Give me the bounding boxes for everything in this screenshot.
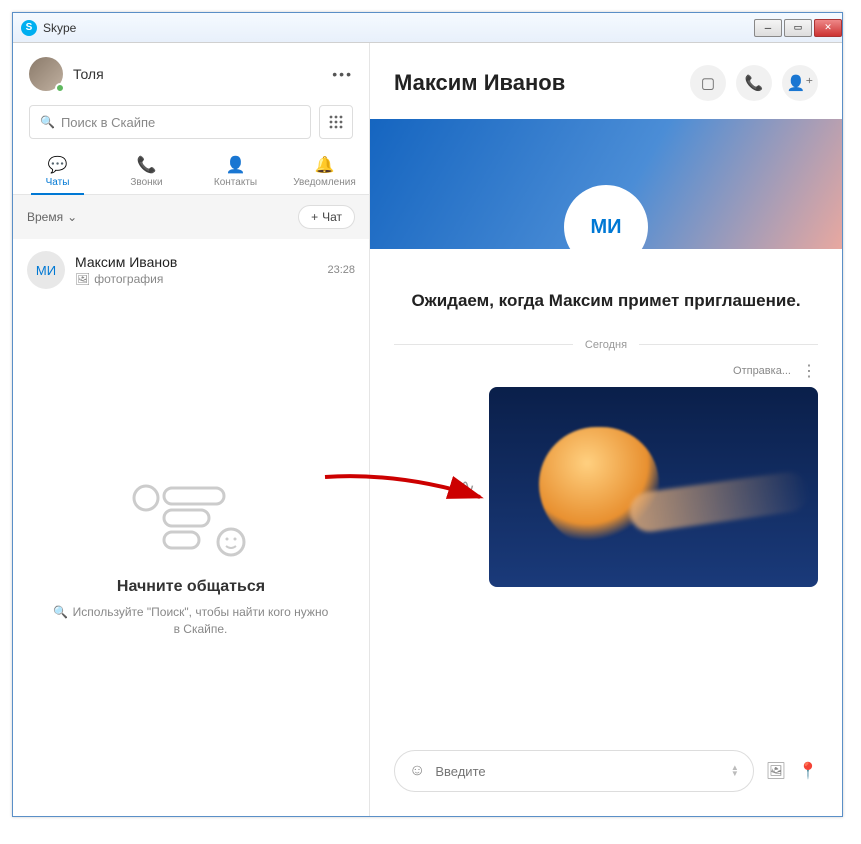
search-input[interactable]: 🔍 Поиск в Скайпе [29,105,311,139]
empty-state-subtitle: 🔍 Используйте "Поиск", чтобы найти кого … [53,604,329,638]
tab-chats[interactable]: 💬 Чаты [13,147,102,194]
maximize-button[interactable]: ▭ [784,19,812,37]
contact-avatar: МИ [27,251,65,289]
search-icon: 🔍 [40,115,55,129]
location-button[interactable]: 📍 [798,761,818,781]
skype-logo-icon: S [21,20,37,36]
message-more-button[interactable]: ⋮ [801,361,818,381]
message-bubble: ∿ [460,387,818,587]
add-person-icon: 👤⁺ [787,74,814,92]
current-user-name: Толя [73,66,332,82]
dialpad-button[interactable] [319,105,353,139]
empty-state-title: Начните общаться [117,578,265,596]
image-icon: 🖼 [75,272,90,286]
sort-dropdown[interactable]: Время ⌄ [27,210,77,224]
empty-state: Начните общаться 🔍 Используйте "Поиск", … [13,301,369,816]
avatar [29,57,63,91]
current-user[interactable]: Толя ••• [13,43,369,105]
message-composer: ☺ ▲▼ 🖼 📍 [394,750,818,792]
minimize-button[interactable]: ─ [754,19,782,37]
expand-toggle[interactable]: ▲▼ [731,765,739,777]
tab-calls[interactable]: 📞 Звонки [102,147,191,194]
contact-name: Максим Иванов [75,254,327,270]
chat-contact-name: Максим Иванов [394,70,690,96]
filter-bar: Время ⌄ + Чат [13,195,369,239]
message-status: Отправка... [733,365,791,377]
more-menu-button[interactable]: ••• [332,66,353,82]
video-icon: ▢ [701,74,715,92]
app-window: S Skype ─ ▭ ✕ Толя ••• 🔍 Поиск в Скайпе [12,12,843,817]
titlebar: S Skype ─ ▭ ✕ [13,13,842,43]
chevron-down-icon: ⌄ [67,210,77,224]
message-preview: 🖼 фотография [75,272,327,286]
contact-avatar-large: МИ [564,185,648,269]
contacts-icon: 👤 [226,155,246,175]
new-chat-button[interactable]: + Чат [298,205,355,229]
dialpad-icon [329,115,343,129]
close-button[interactable]: ✕ [814,19,842,37]
plus-icon: + [311,210,318,224]
tab-contacts[interactable]: 👤 Контакты [191,147,280,194]
presence-online-icon [55,83,65,93]
phone-icon: 📞 [137,155,157,175]
chat-header: Максим Иванов ▢ 📞 👤⁺ [370,43,842,119]
tab-notifications[interactable]: 🔔 Уведомления [280,147,369,194]
conversation-item[interactable]: МИ Максим Иванов 🖼 фотография 23:28 [13,239,369,301]
search-icon: 🔍 [53,604,68,621]
attach-image-button[interactable]: 🖼 [766,761,786,781]
audio-call-button[interactable]: 📞 [736,65,772,101]
empty-illustration-icon [126,480,256,560]
message-input[interactable] [435,764,721,779]
message-time: 23:28 [327,264,355,276]
emoji-button[interactable]: ☺ [409,762,425,780]
profile-banner: МИ [370,119,842,249]
nav-tabs: 💬 Чаты 📞 Звонки 👤 Контакты 🔔 Уведомления [13,147,369,195]
chat-panel: Максим Иванов ▢ 📞 👤⁺ МИ Ожидаем, когда М… [370,43,842,816]
image-attachment[interactable] [489,387,818,587]
window-title: Skype [43,21,754,35]
video-call-button[interactable]: ▢ [690,65,726,101]
sidebar: Толя ••• 🔍 Поиск в Скайпе [13,43,370,816]
add-contact-button[interactable]: 👤⁺ [782,65,818,101]
date-separator: Сегодня [370,333,842,357]
bell-icon: 🔔 [315,155,335,175]
phone-icon: 📞 [745,74,764,92]
chat-icon: 💬 [48,155,68,175]
search-placeholder: Поиск в Скайпе [61,115,155,130]
sending-indicator-icon: ∿ [460,476,475,497]
